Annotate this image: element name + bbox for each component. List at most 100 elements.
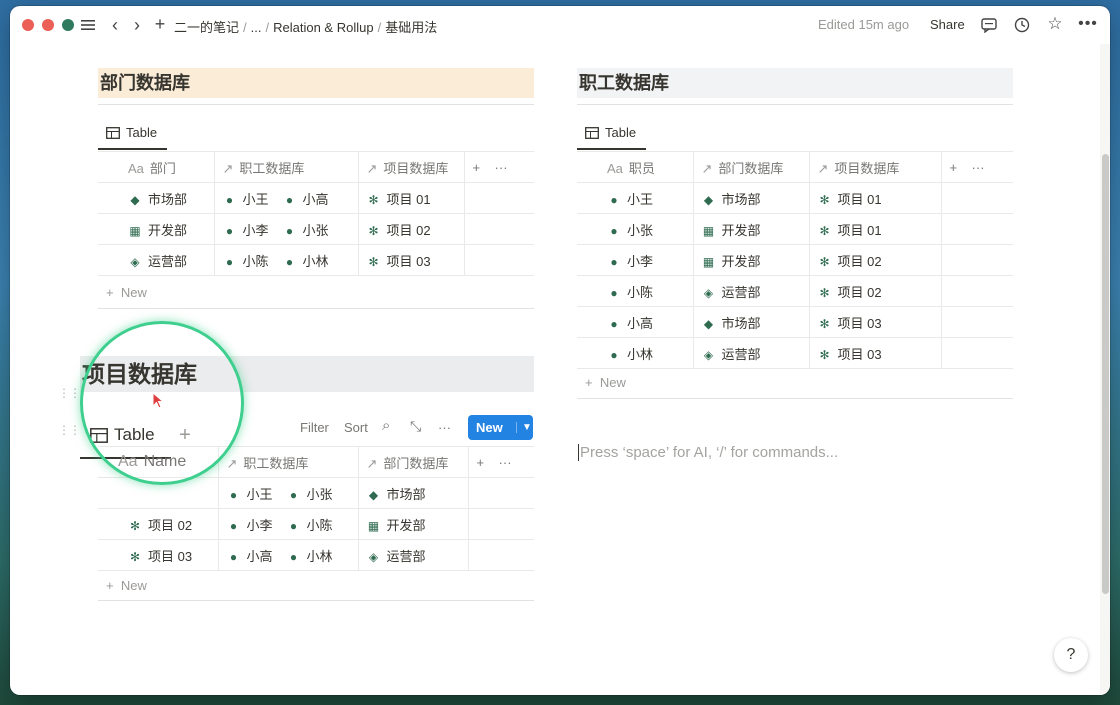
relation-chip[interactable]: 项目 03 [838, 316, 882, 331]
relation-chip[interactable]: 项目 01 [838, 192, 882, 207]
relation-chip[interactable]: 项目 03 [838, 347, 882, 362]
star-icon[interactable]: ☆ [1046, 14, 1064, 33]
relation-chip[interactable]: 小张 [307, 487, 333, 502]
relation-chip[interactable]: 开发部 [722, 254, 761, 269]
table-row[interactable]: ● 小陈 ◈ 运营部 ✻ 项目 02 [577, 275, 1013, 307]
minimize-window-button[interactable] [42, 19, 54, 31]
relation-chip[interactable]: 项目 02 [387, 223, 431, 238]
column-header[interactable]: Aa 职员 [577, 151, 693, 183]
relation-chip[interactable]: 小王 [247, 487, 273, 502]
table-row[interactable]: ▦ 开发部 ● 小李 ● 小张 ✻ 项目 02 [98, 213, 534, 245]
row-name[interactable]: 项目 02 [148, 518, 192, 533]
relation-chip[interactable]: 市场部 [387, 487, 426, 502]
relation-chip[interactable]: 项目 01 [387, 192, 431, 207]
breadcrumb-item[interactable]: Relation & Rollup [273, 20, 373, 35]
add-view-icon[interactable]: + [176, 424, 194, 446]
forward-icon[interactable]: › [130, 15, 144, 35]
table-row[interactable]: ● 小王 ◆ 市场部 ✻ 项目 01 [577, 182, 1013, 214]
column-header[interactable]: ↗ 项目数据库 [808, 151, 941, 183]
row-name[interactable]: 项目 03 [148, 549, 192, 564]
column-header[interactable]: ↗ 职工数据库 [213, 151, 358, 183]
add-column-button[interactable]: + ··· [463, 151, 534, 183]
row-name[interactable]: 小陈 [627, 285, 653, 300]
relation-chip[interactable]: 小张 [303, 223, 329, 238]
project-new-row-button[interactable]: + New [106, 578, 147, 593]
relation-chip[interactable]: 小陈 [307, 518, 333, 533]
relation-chip[interactable]: 开发部 [387, 518, 426, 533]
chevron-down-icon[interactable]: ▼ [516, 422, 532, 433]
filter-button[interactable]: Filter [300, 420, 329, 435]
new-page-icon[interactable]: + [152, 14, 168, 34]
column-header[interactable]: Aa Name [98, 446, 218, 478]
scrollbar-thumb[interactable] [1102, 154, 1109, 594]
search-icon[interactable]: ⌕ [382, 417, 390, 434]
row-name[interactable]: 运营部 [148, 254, 187, 269]
row-name[interactable]: 小林 [627, 347, 653, 362]
relation-chip[interactable]: 小林 [307, 549, 333, 564]
tab-table[interactable]: Table [585, 125, 636, 140]
relation-chip[interactable]: 小陈 [243, 254, 269, 269]
row-name[interactable]: 小高 [627, 316, 653, 331]
staff-new-row-button[interactable]: + New [585, 375, 626, 390]
table-row[interactable]: ● 小王 ● 小张 ◆ 市场部 [98, 477, 534, 509]
close-window-button[interactable] [22, 19, 34, 31]
column-header[interactable]: ↗ 部门数据库 [357, 446, 468, 478]
breadcrumb-item[interactable]: 基础用法 [385, 20, 437, 35]
sort-button[interactable]: Sort [344, 420, 368, 435]
relation-chip[interactable]: 运营部 [722, 285, 761, 300]
relation-chip[interactable]: 项目 01 [838, 223, 882, 238]
table-row[interactable]: ● 小李 ▦ 开发部 ✻ 项目 02 [577, 244, 1013, 276]
drag-handle-icon[interactable]: ⋮⋮ [58, 424, 81, 436]
staff-db-title[interactable]: 职工数据库 [577, 68, 1013, 98]
dept-db-title[interactable]: 部门数据库 [98, 68, 534, 98]
relation-chip[interactable]: 运营部 [722, 347, 761, 362]
row-name[interactable]: 开发部 [148, 223, 187, 238]
row-name[interactable]: 市场部 [148, 192, 187, 207]
relation-chip[interactable]: 小高 [303, 192, 329, 207]
new-button[interactable]: New ▼ [468, 415, 533, 440]
table-row[interactable]: ◈ 运营部 ● 小陈 ● 小林 ✻ 项目 03 [98, 244, 534, 276]
drag-handle-icon[interactable]: ⋮⋮ [58, 387, 81, 399]
more-icon[interactable]: ••• [1078, 15, 1098, 33]
zoom-window-button[interactable] [62, 19, 74, 31]
table-row[interactable]: ✻ 项目 03 ● 小高 ● 小林 ◈ 运营部 [98, 539, 534, 571]
editor-placeholder[interactable]: Press ‘space’ for AI, ‘/’ for commands..… [578, 444, 838, 461]
table-row[interactable]: ● 小张 ▦ 开发部 ✻ 项目 01 [577, 213, 1013, 245]
relation-chip[interactable]: 小李 [247, 518, 273, 533]
table-row[interactable]: ✻ 项目 02 ● 小李 ● 小陈 ▦ 开发部 [98, 508, 534, 540]
breadcrumb-item[interactable]: ... [251, 20, 262, 35]
back-icon[interactable]: ‹ [108, 15, 122, 35]
relation-chip[interactable]: 小王 [243, 192, 269, 207]
column-header[interactable]: ↗ 部门数据库 [692, 151, 809, 183]
table-row[interactable]: ◆ 市场部 ● 小王 ● 小高 ✻ 项目 01 [98, 182, 534, 214]
project-db-title[interactable]: 项目数据库 [80, 356, 534, 392]
row-name[interactable]: 小李 [627, 254, 653, 269]
relation-chip[interactable]: 小李 [243, 223, 269, 238]
add-column-button[interactable]: + ··· [940, 151, 1013, 183]
relation-chip[interactable]: 开发部 [722, 223, 761, 238]
tab-table[interactable]: Table [106, 125, 157, 140]
column-header[interactable]: Aa 部门 [98, 151, 214, 183]
scrollbar[interactable] [1100, 44, 1110, 695]
relation-chip[interactable]: 项目 02 [838, 285, 882, 300]
relation-chip[interactable]: 市场部 [722, 316, 761, 331]
menu-icon[interactable] [80, 17, 96, 33]
table-row[interactable]: ● 小高 ◆ 市场部 ✻ 项目 03 [577, 306, 1013, 338]
relation-chip[interactable]: 小高 [247, 549, 273, 564]
breadcrumb-item[interactable]: 二一的笔记 [174, 20, 239, 35]
relation-chip[interactable]: 小林 [303, 254, 329, 269]
expand-icon[interactable]: ⤡ [410, 418, 421, 435]
share-button[interactable]: Share [930, 17, 965, 32]
table-row[interactable]: ● 小林 ◈ 运营部 ✻ 项目 03 [577, 337, 1013, 369]
relation-chip[interactable]: 市场部 [722, 192, 761, 207]
row-name[interactable]: 小王 [627, 192, 653, 207]
help-button[interactable]: ? [1054, 638, 1088, 672]
dept-new-row-button[interactable]: + New [106, 285, 147, 300]
relation-chip[interactable]: 项目 02 [838, 254, 882, 269]
tab-table[interactable]: Table [90, 425, 155, 445]
column-header[interactable]: ↗ 职工数据库 [217, 446, 358, 478]
comment-icon[interactable] [980, 16, 998, 34]
add-column-button[interactable]: + ··· [467, 446, 534, 478]
more-icon[interactable]: ··· [438, 420, 451, 435]
column-header[interactable]: ↗ 项目数据库 [357, 151, 464, 183]
